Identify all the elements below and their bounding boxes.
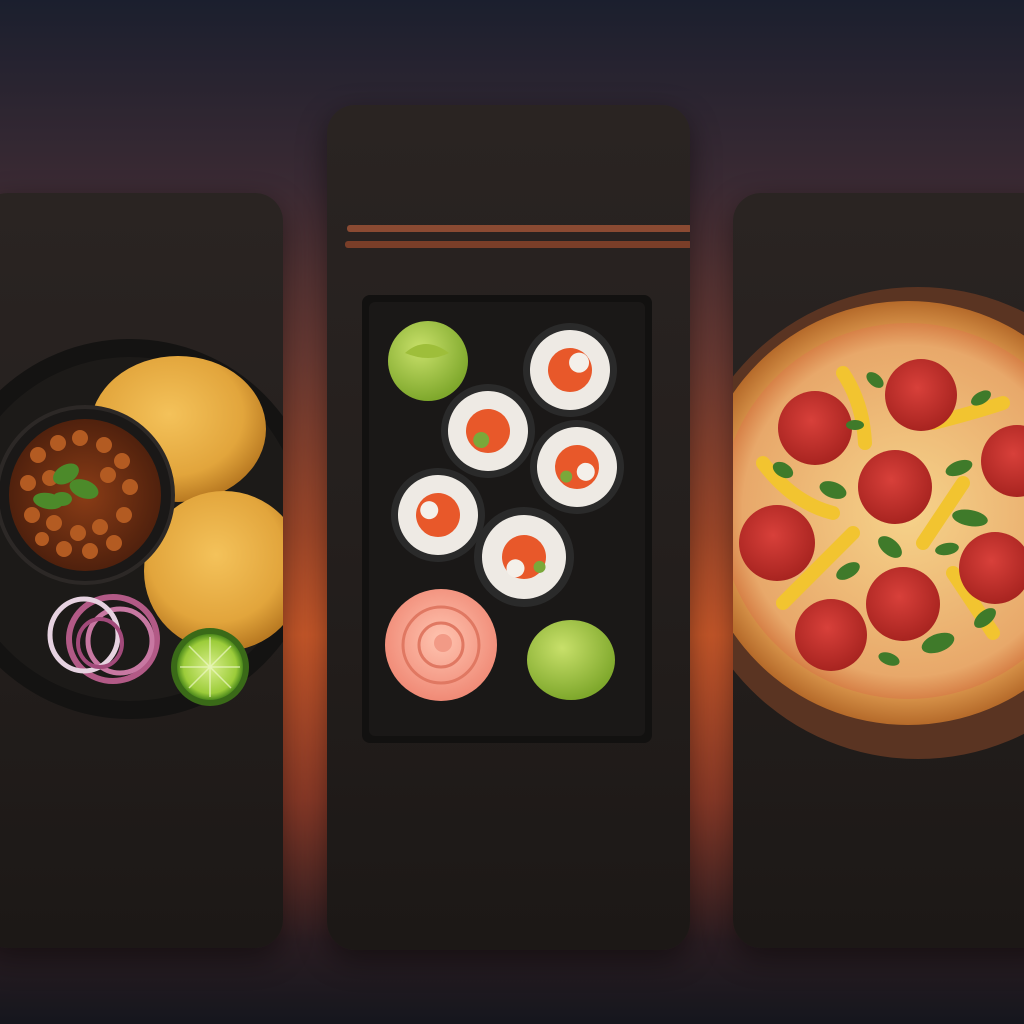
food-card-sushi[interactable] [327, 105, 690, 950]
wasabi-top [388, 321, 468, 401]
chopsticks [345, 225, 690, 248]
food-card-chole[interactable] [0, 193, 283, 948]
food-card-pizza[interactable] [733, 193, 1024, 948]
wasabi-bottom [527, 620, 615, 700]
pizza-illustration [733, 287, 1024, 759]
chole-bhature-illustration [0, 339, 283, 719]
pickled-ginger [385, 589, 497, 701]
sushi-illustration [345, 225, 690, 743]
